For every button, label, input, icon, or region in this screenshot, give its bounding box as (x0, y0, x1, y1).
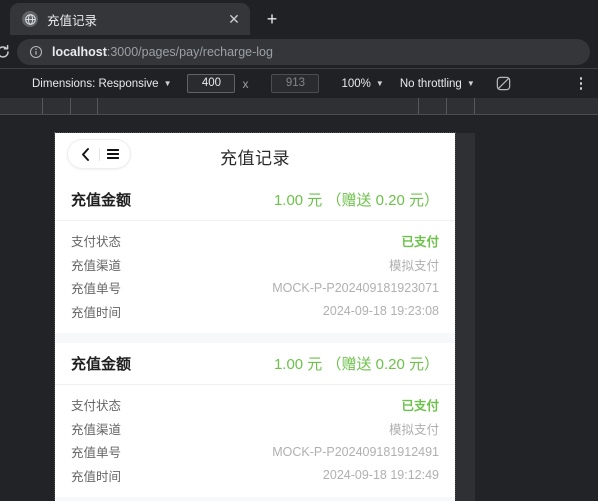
detail-row-time: 充值时间 2024-09-18 19:12:49 (71, 464, 439, 488)
row-value: 模拟支付 (388, 258, 439, 273)
browser-tab-active[interactable]: 充值记录 ✕ (10, 3, 250, 35)
amount-label: 充值金额 (71, 192, 132, 209)
browser-toolbar: localhost:3000/pages/pay/recharge-log (0, 35, 598, 68)
status-badge: 已支付 (401, 399, 439, 414)
dimensions-selector[interactable]: Dimensions: Responsive ▼ (32, 78, 171, 90)
row-label: 支付状态 (71, 235, 122, 250)
tab-title: 充值记录 (47, 13, 98, 28)
throttling-selector[interactable]: No throttling ▼ (400, 78, 475, 90)
card-header: 充值金额 1.00 元 （赠送 0.20 元） (55, 343, 455, 385)
amount-label: 充值金额 (71, 356, 132, 373)
row-label: 充值渠道 (71, 258, 122, 273)
recharge-record-card: 充值金额 1.00 元 （赠送 0.20 元） 支付状态 已支付 充值渠道 模拟… (55, 179, 455, 333)
row-value: MOCK-P-P202409181923071 (272, 280, 439, 295)
detail-row-channel: 充值渠道 模拟支付 (71, 417, 439, 441)
chevron-down-icon: ▼ (375, 79, 384, 88)
row-label: 充值时间 (71, 305, 122, 320)
url-path: :3000/pages/pay/recharge-log (106, 44, 273, 59)
browser-window: 充值记录 ✕ + localhost:3000/pages/pay/rechar… (0, 0, 598, 501)
url-host: localhost (52, 44, 107, 59)
amount-value: 1.00 元 （赠送 0.20 元） (273, 192, 439, 209)
throttling-label: No throttling (399, 77, 462, 90)
chevron-down-icon: ▼ (466, 79, 475, 88)
chevron-left-icon[interactable] (73, 147, 99, 161)
amount-value: 1.00 元 （赠送 0.20 元） (273, 356, 439, 373)
plus-icon[interactable]: + (258, 5, 286, 33)
card-body: 支付状态 已支付 充值渠道 模拟支付 充值单号 MOCK-P-P20240918… (55, 221, 455, 333)
tab-strip: 充值记录 ✕ + (0, 0, 598, 35)
detail-row-order-no: 充值单号 MOCK-P-P202409181923071 (71, 276, 439, 300)
card-header: 充值金额 1.00 元 （赠送 0.20 元） (55, 179, 455, 221)
mobile-page: 充值记录 充值金额 1.00 元 （赠送 0.20 元） 支付状态 已支付 充值… (55, 133, 455, 501)
row-label: 支付状态 (71, 399, 122, 414)
detail-row-order-no: 充值单号 MOCK-P-P202409181912491 (71, 440, 439, 464)
row-label: 充值单号 (71, 446, 122, 461)
close-icon[interactable]: ✕ (224, 9, 244, 29)
row-value: 2024-09-18 19:23:08 (322, 304, 439, 319)
viewport-height-input[interactable]: 913 (271, 74, 320, 93)
status-badge: 已支付 (401, 235, 439, 250)
viewport-scrollbar[interactable] (456, 133, 475, 501)
viewport-width-input[interactable]: 400 (187, 74, 236, 93)
detail-row-status: 支付状态 已支付 (71, 393, 439, 417)
more-vertical-icon[interactable] (572, 74, 590, 94)
page-header: 充值记录 (55, 133, 455, 179)
detail-row-time: 充值时间 2024-09-18 19:23:08 (71, 300, 439, 324)
card-body: 支付状态 已支付 充值渠道 模拟支付 充值单号 MOCK-P-P20240918… (55, 385, 455, 497)
row-label: 充值单号 (71, 282, 122, 297)
rotate-icon[interactable] (495, 75, 513, 93)
device-viewport: 充值记录 充值金额 1.00 元 （赠送 0.20 元） 支付状态 已支付 充值… (54, 132, 456, 501)
chevron-down-icon: ▼ (163, 79, 172, 88)
globe-icon (22, 11, 38, 27)
recharge-record-card: 充值金额 1.00 元 （赠送 0.20 元） 支付状态 已支付 充值渠道 模拟… (55, 343, 455, 497)
row-value: MOCK-P-P202409181912491 (272, 444, 439, 459)
zoom-selector[interactable]: 100% ▼ (341, 78, 383, 90)
dimension-separator: x (242, 76, 249, 91)
detail-row-channel: 充值渠道 模拟支付 (71, 253, 439, 277)
url-text: localhost:3000/pages/pay/recharge-log (52, 45, 273, 59)
device-toolbar: Dimensions: Responsive ▼ 400 x 913 100% … (0, 68, 598, 98)
hamburger-menu-icon[interactable] (100, 148, 126, 160)
row-value: 模拟支付 (388, 422, 439, 437)
detail-row-status: 支付状态 已支付 (71, 229, 439, 253)
nav-capsule[interactable] (68, 140, 130, 168)
zoom-label: 100% (341, 77, 371, 90)
dimensions-label: Dimensions: Responsive (32, 77, 159, 90)
address-bar[interactable]: localhost:3000/pages/pay/recharge-log (17, 38, 590, 65)
reload-icon[interactable] (0, 38, 11, 66)
row-value: 2024-09-18 19:12:49 (322, 468, 439, 483)
row-label: 充值渠道 (71, 422, 122, 437)
device-stage: 充值记录 充值金额 1.00 元 （赠送 0.20 元） 支付状态 已支付 充值… (0, 116, 598, 501)
viewport-ruler (0, 98, 598, 115)
row-label: 充值时间 (71, 469, 122, 484)
info-circle-icon[interactable] (29, 45, 43, 59)
